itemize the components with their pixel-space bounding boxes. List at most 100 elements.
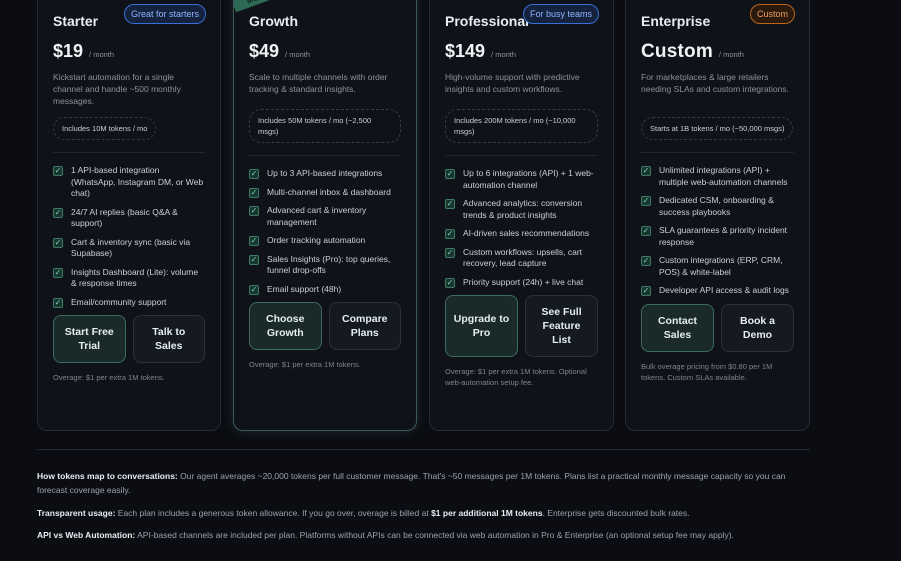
api-explainer: API vs Web Automation: API-based channel… xyxy=(37,528,797,542)
button-row: Upgrade to Pro See Full Feature List xyxy=(445,295,598,357)
plan-name: Growth xyxy=(249,13,298,29)
check-icon: ✓ xyxy=(249,254,259,265)
feature-text: Advanced analytics: conversion trends & … xyxy=(463,198,583,220)
token-allowance: Includes 200M tokens / mo (~10,000 msgs) xyxy=(445,109,598,143)
contact-sales-button[interactable]: Contact Sales xyxy=(641,303,714,352)
check-icon: ✓ xyxy=(53,267,63,278)
footer-divider xyxy=(37,449,810,450)
check-icon: ✓ xyxy=(641,286,651,296)
feature-item: ✓ Dedicated CSM, onboarding & success pla… xyxy=(641,195,794,218)
plan-price: $49 xyxy=(249,41,280,61)
feature-text: Custom workflows: upsells, cart recovery… xyxy=(463,246,583,269)
feature-item: ✓ Multi-channel inbox & dashboard xyxy=(249,187,401,199)
pricing-cards: Starter Great for starters $19 / month K… xyxy=(37,0,810,432)
feature-item: ✓ Advanced analytics: conversion trends &… xyxy=(445,198,598,221)
feature-text: Insights Dashboard (Lite): volume & resp… xyxy=(71,266,199,289)
price-period: / month xyxy=(89,50,115,59)
button-row: Choose Growth Compare Plans xyxy=(249,302,401,350)
usage-explainer-title: Transparent usage: xyxy=(37,508,116,518)
feature-text: 1 API-based integration (WhatsApp, Insta… xyxy=(71,165,204,198)
feature-item: ✓ Email support (48h) xyxy=(249,284,401,296)
overage-note: Overage: $1 per extra 1M tokens. Optiona… xyxy=(445,367,587,387)
choose-growth-button[interactable]: Choose Growth xyxy=(249,302,322,350)
start-free-trial-button[interactable]: Start Free Trial xyxy=(53,315,126,363)
plan-price: $19 xyxy=(53,41,84,61)
feature-item: ✓ Custom integrations (ERP, CRM, POS) & w… xyxy=(641,255,794,278)
feature-text: Cart & inventory sync (basic via Supabas… xyxy=(71,236,191,259)
plan-card-starter: Starter Great for starters $19 / month K… xyxy=(37,0,221,431)
upgrade-to-pro-button[interactable]: Upgrade to Pro xyxy=(445,295,518,357)
overage-note: Bulk overage pricing from $0.80 per 1M t… xyxy=(641,361,773,382)
price-row: Custom / month xyxy=(641,41,794,63)
feature-item: ✓ Sales Insights (Pro): top queries, funn… xyxy=(249,254,401,277)
feature-text: Advanced cart & inventory management xyxy=(267,205,367,227)
feature-item: ✓ 24/7 AI replies (basic Q&A & support) xyxy=(53,207,205,230)
check-icon: ✓ xyxy=(249,187,259,198)
feature-text: Up to 3 API-based integrations xyxy=(267,168,383,178)
price-row: $49 / month xyxy=(249,41,401,63)
feature-text: Email support (48h) xyxy=(267,283,342,294)
book-a-demo-button[interactable]: Book a Demo xyxy=(721,303,794,352)
check-icon: ✓ xyxy=(445,277,455,288)
check-icon: ✓ xyxy=(249,236,259,246)
price-period: / month xyxy=(718,50,744,59)
check-icon: ✓ xyxy=(249,206,259,216)
plan-price: Custom xyxy=(641,41,713,62)
feature-item: ✓ SLA guarantees & priority incident resp… xyxy=(641,225,794,248)
check-icon: ✓ xyxy=(641,226,651,236)
plan-badge: For busy teams xyxy=(522,4,599,24)
talk-to-sales-button[interactable]: Talk to Sales xyxy=(132,315,205,363)
check-icon: ✓ xyxy=(249,284,259,295)
feature-item: ✓ Cart & inventory sync (basic via Supaba… xyxy=(53,237,205,260)
feature-item: ✓ Advanced cart & inventory management xyxy=(249,205,401,228)
divider xyxy=(249,155,401,156)
plan-card-professional: Professional For busy teams $149 / month… xyxy=(429,0,614,431)
check-icon: ✓ xyxy=(641,256,651,266)
tokens-explainer: How tokens map to conversations: Our age… xyxy=(37,469,797,497)
feature-text: Custom integrations (ERP, CRM, POS) & wh… xyxy=(659,255,783,277)
check-icon: ✓ xyxy=(445,199,455,209)
feature-text: Sales Insights (Pro): top queries, funne… xyxy=(267,253,391,276)
feature-item: ✓ Up to 3 API-based integrations xyxy=(249,168,401,180)
feature-text: Priority support (24h) + live chat xyxy=(463,276,584,287)
api-explainer-text: API-based channels are included per plan… xyxy=(135,530,734,540)
divider xyxy=(445,155,598,156)
most-popular-ribbon: MOST POPULAR xyxy=(234,0,323,13)
feature-text: AI-driven sales recommendations xyxy=(463,228,590,238)
feature-text: Developer API access & audit logs xyxy=(659,285,789,295)
check-icon: ✓ xyxy=(53,297,63,308)
feature-item: ✓ Order tracking automation xyxy=(249,235,401,247)
see-full-feature-list-button[interactable]: See Full Feature List xyxy=(525,295,598,357)
plan-description: Kickstart automation for a single channe… xyxy=(53,72,181,106)
plan-badge: Custom xyxy=(749,4,795,24)
feature-item: ✓ Insights Dashboard (Lite): volume & res… xyxy=(53,267,205,290)
feature-item: ✓ AI-driven sales recommendations xyxy=(445,228,598,240)
feature-text: Up to 6 integrations (API) + 1 web-autom… xyxy=(463,168,594,190)
feature-item: ✓ Custom workflows: upsells, cart recover… xyxy=(445,247,598,270)
usage-explainer-text-end: . Enterprise gets discounted bulk rates. xyxy=(542,508,690,518)
plan-card-growth: MOST POPULAR Growth $49 / month Scale to… xyxy=(233,0,417,431)
feature-item: ✓ Up to 6 integrations (API) + 1 web-auto… xyxy=(445,168,598,191)
plan-description: Scale to multiple channels with order tr… xyxy=(249,72,388,94)
check-icon: ✓ xyxy=(445,229,455,239)
feature-text: Order tracking automation xyxy=(267,235,366,245)
check-icon: ✓ xyxy=(249,169,259,179)
check-icon: ✓ xyxy=(445,169,455,179)
feature-item: ✓ Unlimited integrations (API) + multiple… xyxy=(641,165,794,188)
feature-list: ✓ 1 API-based integration (WhatsApp, Inst… xyxy=(53,165,205,308)
feature-item: ✓ Priority support (24h) + live chat xyxy=(445,277,598,289)
overage-note: Overage: $1 per extra 1M tokens. xyxy=(249,360,361,369)
check-icon: ✓ xyxy=(53,207,63,218)
price-row: $19 / month xyxy=(53,41,205,63)
price-period: / month xyxy=(491,50,517,59)
check-icon: ✓ xyxy=(53,237,63,248)
divider xyxy=(641,152,794,153)
feature-list: ✓ Up to 6 integrations (API) + 1 web-auto… xyxy=(445,168,598,288)
token-allowance: Includes 10M tokens / mo xyxy=(53,117,157,140)
check-icon: ✓ xyxy=(641,166,651,176)
feature-item: ✓ Developer API access & audit logs xyxy=(641,285,794,297)
overage-note: Overage: $1 per extra 1M tokens. xyxy=(53,373,165,382)
compare-plans-button[interactable]: Compare Plans xyxy=(328,302,401,350)
feature-text: SLA guarantees & priority incident respo… xyxy=(659,225,788,247)
usage-explainer: Transparent usage: Each plan includes a … xyxy=(37,506,797,520)
